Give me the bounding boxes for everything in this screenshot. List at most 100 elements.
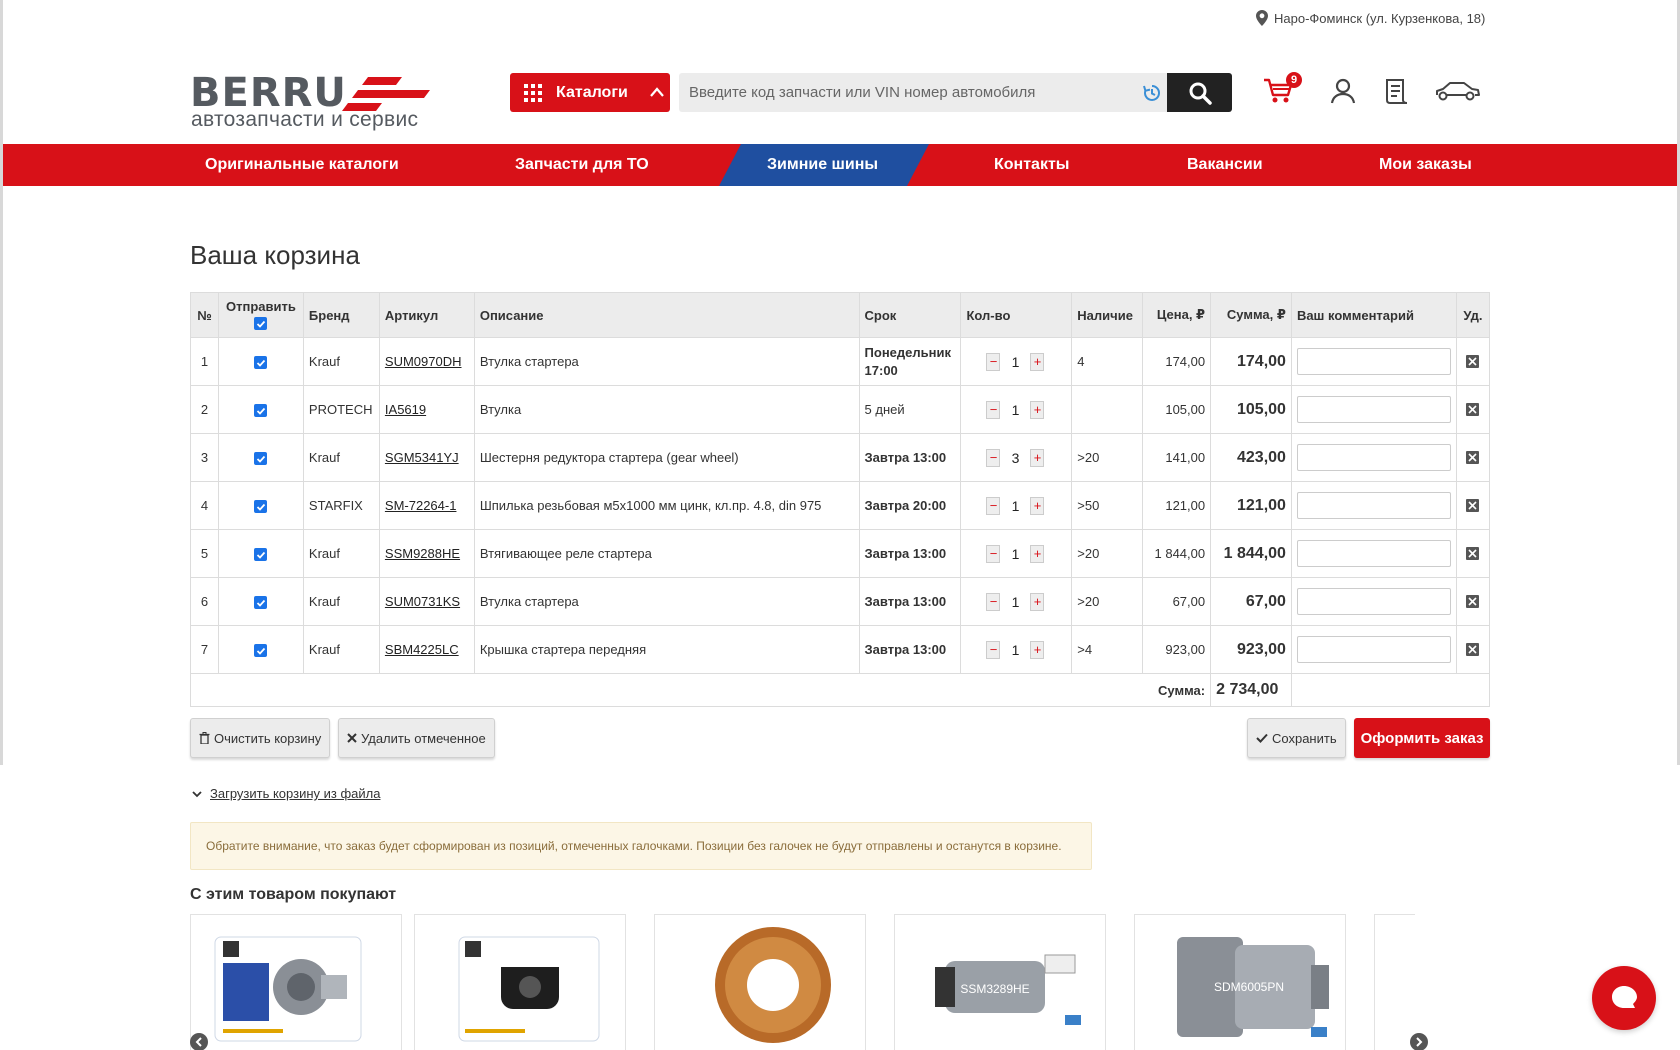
orders-list-button[interactable] — [1382, 74, 1412, 108]
row-send-checkbox[interactable] — [254, 500, 268, 514]
delete-row-icon[interactable] — [1466, 355, 1480, 368]
comment-input[interactable] — [1296, 588, 1451, 615]
row-article-link[interactable]: IA5619 — [385, 402, 426, 417]
qty-increase-button[interactable]: + — [1030, 448, 1045, 467]
row-term: Завтра 13:00 — [864, 449, 947, 465]
history-icon[interactable] — [1142, 83, 1162, 103]
qty-decrease-button[interactable]: − — [986, 448, 1001, 467]
nav-item-service-parts[interactable]: Запчасти для ТО — [515, 144, 649, 186]
row-price: 121,00 — [1142, 481, 1212, 530]
row-brand: PROTECH — [302, 385, 380, 434]
search-box — [679, 73, 1170, 112]
qty-value[interactable]: 1 — [1000, 497, 1030, 515]
header-price: Цена, ₽ — [1142, 292, 1212, 338]
delete-row-icon[interactable] — [1466, 595, 1480, 608]
delete-row-icon[interactable] — [1466, 451, 1480, 464]
row-article-link[interactable]: SUM0731KS — [385, 594, 460, 609]
qty-increase-button[interactable]: + — [1030, 496, 1045, 515]
header-comment: Ваш комментарий — [1290, 292, 1457, 338]
row-send-checkbox[interactable] — [254, 404, 268, 418]
qty-decrease-button[interactable]: − — [986, 592, 1001, 611]
delete-row-icon[interactable] — [1466, 547, 1480, 560]
qty-value[interactable]: 3 — [1000, 449, 1030, 467]
account-button[interactable] — [1328, 74, 1358, 108]
qty-decrease-button[interactable]: − — [986, 544, 1001, 563]
qty-decrease-button[interactable]: − — [986, 640, 1001, 659]
search-button[interactable] — [1167, 73, 1232, 112]
comment-input[interactable] — [1296, 348, 1451, 375]
row-send-checkbox[interactable] — [254, 452, 268, 466]
garage-button[interactable] — [1434, 74, 1482, 108]
row-send-checkbox[interactable] — [254, 356, 268, 370]
product-card[interactable] — [414, 914, 626, 1050]
row-send-checkbox[interactable] — [254, 596, 268, 610]
nav-item-contacts[interactable]: Контакты — [994, 144, 1069, 186]
row-send-checkbox[interactable] — [254, 548, 268, 562]
row-description: Шпилька резьбовая м5х1000 мм цинк, кл.пр… — [473, 481, 860, 530]
qty-increase-button[interactable]: + — [1030, 592, 1045, 611]
header-availability: Наличие — [1071, 292, 1144, 338]
row-price: 67,00 — [1142, 577, 1212, 626]
nav-item-my-orders[interactable]: Мои заказы — [1379, 144, 1472, 186]
clear-cart-button[interactable]: Очистить корзину — [190, 718, 331, 758]
delete-marked-button[interactable]: Удалить отмеченное — [338, 718, 495, 758]
carousel-prev-button[interactable] — [190, 1033, 208, 1050]
qty-value[interactable]: 1 — [1000, 545, 1030, 563]
product-card[interactable]: SSM3289HE — [894, 914, 1106, 1050]
product-card[interactable]: SDM6005PN — [1134, 914, 1346, 1050]
qty-decrease-button[interactable]: − — [986, 352, 1001, 371]
nav-item-winter-tires[interactable]: Зимние шины — [767, 144, 878, 186]
row-delete-cell — [1455, 577, 1491, 626]
logo[interactable]: BERRU автозапчасти и сервис — [190, 70, 440, 132]
select-all-checkbox[interactable] — [254, 317, 268, 331]
qty-increase-button[interactable]: + — [1030, 544, 1045, 563]
row-brand: Krauf — [302, 433, 380, 482]
catalogs-button[interactable]: Каталоги — [510, 73, 670, 112]
row-article-cell: SUM0731KS — [378, 577, 475, 626]
delete-row-icon[interactable] — [1466, 643, 1480, 656]
product-card[interactable] — [654, 914, 866, 1050]
search-input[interactable] — [689, 84, 1129, 101]
carousel-next-button[interactable] — [1410, 1033, 1428, 1050]
qty-increase-button[interactable]: + — [1030, 400, 1045, 419]
total-value: 2 734,00 — [1210, 673, 1292, 707]
load-cart-from-file-link[interactable]: Загрузить корзину из файла — [192, 786, 380, 801]
checkout-button[interactable]: Оформить заказ — [1354, 718, 1490, 758]
qty-value[interactable]: 1 — [1000, 353, 1030, 371]
save-button[interactable]: Сохранить — [1247, 718, 1346, 758]
nav-item-vacancies[interactable]: Вакансии — [1187, 144, 1263, 186]
comment-input[interactable] — [1296, 540, 1451, 567]
qty-decrease-button[interactable]: − — [986, 400, 1001, 419]
row-article-link[interactable]: SBM4225LC — [385, 642, 459, 657]
row-send-checkbox[interactable] — [254, 644, 268, 658]
qty-decrease-button[interactable]: − — [986, 496, 1001, 515]
qty-increase-button[interactable]: + — [1030, 352, 1045, 371]
comment-input[interactable] — [1296, 396, 1451, 423]
product-card[interactable] — [1374, 914, 1415, 1050]
chat-button[interactable] — [1592, 966, 1656, 1030]
row-sum: 923,00 — [1210, 625, 1292, 674]
qty-value[interactable]: 1 — [1000, 641, 1030, 659]
row-article-link[interactable]: SUM0970DH — [385, 354, 462, 369]
qty-value[interactable]: 1 — [1000, 401, 1030, 419]
comment-input[interactable] — [1296, 444, 1451, 471]
comment-input[interactable] — [1296, 492, 1451, 519]
row-article-link[interactable]: SM-72264-1 — [385, 498, 457, 513]
delete-row-icon[interactable] — [1466, 499, 1480, 512]
qty-value[interactable]: 1 — [1000, 593, 1030, 611]
row-delete-cell — [1455, 529, 1491, 578]
row-article-link[interactable]: SSM9288HE — [385, 546, 460, 561]
row-availability: >20 — [1071, 529, 1144, 578]
product-card[interactable] — [190, 914, 402, 1050]
user-icon — [1330, 78, 1356, 104]
row-qty-cell: −1 + — [960, 337, 1073, 386]
delete-row-icon[interactable] — [1466, 403, 1480, 416]
store-location[interactable]: Наро-Фоминск (ул. Курзенкова, 18) — [1256, 10, 1485, 26]
qty-increase-button[interactable]: + — [1030, 640, 1045, 659]
row-article-link[interactable]: SGM5341YJ — [385, 450, 459, 465]
comment-input[interactable] — [1296, 636, 1451, 663]
cart-button[interactable]: 9 — [1260, 72, 1302, 108]
header-sum: Сумма, ₽ — [1210, 292, 1292, 338]
nav-item-original-catalogs[interactable]: Оригинальные каталоги — [205, 144, 399, 186]
row-qty-cell: −1 + — [960, 577, 1073, 626]
